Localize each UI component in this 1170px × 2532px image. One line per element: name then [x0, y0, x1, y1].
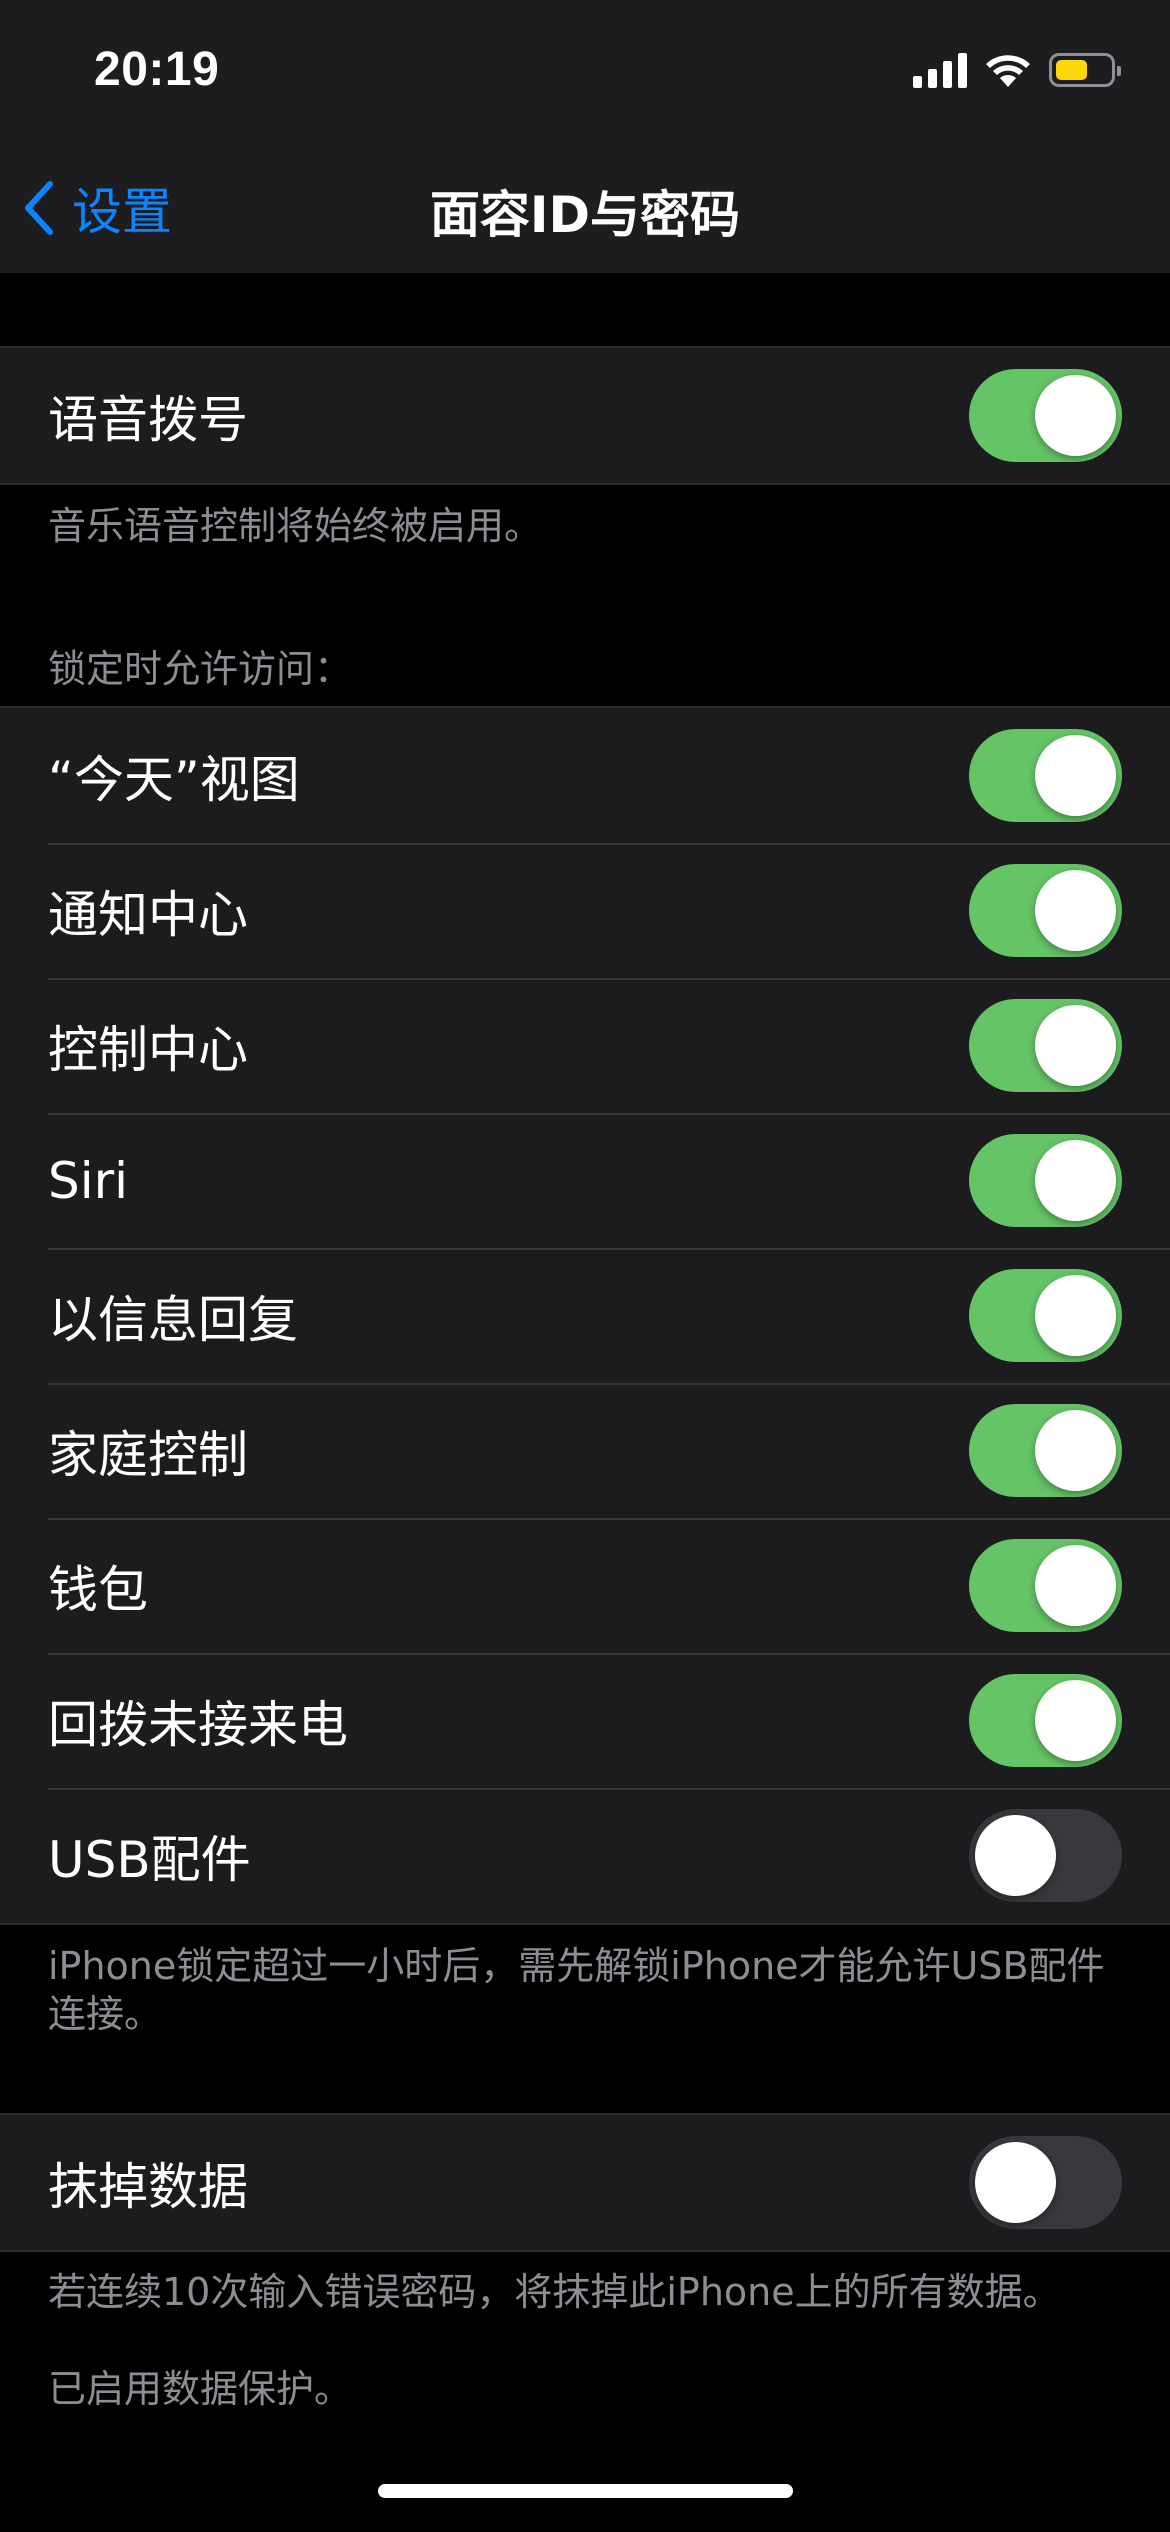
erase-data-footnote: 若连续10次输入错误密码，将抹掉此iPhone上的所有数据。 [48, 2270, 1061, 2314]
home-control-label: 家庭控制 [48, 1425, 248, 1484]
toggle-knob [1035, 1680, 1116, 1761]
siri-label: Siri [48, 1151, 129, 1210]
lock-access-row-reply-with-message: 以信息回复 [0, 1248, 1170, 1383]
toggle-knob [1035, 1410, 1116, 1491]
usb-accessories-toggle[interactable] [969, 1809, 1122, 1902]
toggle-knob [975, 2142, 1056, 2223]
usb-footnote: iPhone锁定超过一小时后，需先解锁iPhone才能允许USB配件连接。 [48, 1944, 1105, 2036]
cellular-signal-icon [913, 52, 967, 88]
lock-access-row-home-control: 家庭控制 [0, 1383, 1170, 1518]
erase-data-group: 抹掉数据 [0, 2113, 1170, 2252]
wallet-label: 钱包 [48, 1560, 148, 1619]
return-missed-calls-toggle[interactable] [969, 1674, 1122, 1767]
voice-dial-group: 语音拨号 [0, 346, 1170, 485]
control-center-toggle[interactable] [969, 999, 1122, 1092]
voice-dial-toggle[interactable] [969, 369, 1122, 462]
lock-access-row-control-center: 控制中心 [0, 978, 1170, 1113]
lock-access-header: 锁定时允许访问： [48, 647, 353, 691]
usb-accessories-label: USB配件 [48, 1830, 251, 1889]
toggle-knob [1035, 1275, 1116, 1356]
lock-access-row-siri: Siri [0, 1113, 1170, 1248]
status-time: 20:19 [94, 43, 220, 96]
lock-access-row-notification-center: 通知中心 [0, 843, 1170, 978]
voice-dial-row: 语音拨号 [0, 348, 1170, 483]
page-title: 面容ID与密码 [429, 186, 741, 244]
notification-center-toggle[interactable] [969, 864, 1122, 957]
lock-access-row-today-view: “今天”视图 [0, 708, 1170, 843]
toggle-knob [1035, 735, 1116, 816]
data-protection-footnote: 已启用数据保护。 [48, 2367, 353, 2411]
lock-access-row-return-missed-calls: 回拨未接来电 [0, 1653, 1170, 1788]
erase-data-label: 抹掉数据 [48, 2157, 248, 2216]
lock-access-row-usb-accessories: USB配件 [0, 1788, 1170, 1923]
notification-center-label: 通知中心 [48, 885, 248, 944]
toggle-knob [1035, 1140, 1116, 1221]
lock-access-row-wallet: 钱包 [0, 1518, 1170, 1653]
reply-with-message-toggle[interactable] [969, 1269, 1122, 1362]
voice-dial-footnote: 音乐语音控制将始终被启用。 [48, 504, 543, 548]
toggle-knob [1035, 375, 1116, 456]
toggle-knob [1035, 870, 1116, 951]
battery-nub [1117, 66, 1121, 76]
siri-toggle[interactable] [969, 1134, 1122, 1227]
today-view-label: “今天”视图 [48, 750, 300, 809]
wifi-icon [986, 55, 1030, 87]
toggle-knob [1035, 1005, 1116, 1086]
battery-fill [1056, 60, 1087, 80]
erase-data-toggle[interactable] [969, 2136, 1122, 2229]
wallet-toggle[interactable] [969, 1539, 1122, 1632]
battery-icon [1049, 53, 1121, 87]
home-indicator[interactable] [378, 2484, 793, 2498]
reply-with-message-label: 以信息回复 [48, 1290, 298, 1349]
toggle-knob [975, 1815, 1056, 1896]
lock-access-group: “今天”视图 通知中心 控制中心 Siri 以信息回复 家庭控制 钱包 回拨未接… [0, 706, 1170, 1925]
today-view-toggle[interactable] [969, 729, 1122, 822]
status-icons [913, 52, 1121, 88]
toggle-knob [1035, 1545, 1116, 1626]
control-center-label: 控制中心 [48, 1020, 248, 1079]
erase-data-row: 抹掉数据 [0, 2115, 1170, 2250]
home-control-toggle[interactable] [969, 1404, 1122, 1497]
voice-dial-label: 语音拨号 [48, 390, 248, 449]
navigation-header: 20:19 设置 面容ID与密码 [0, 0, 1170, 273]
return-missed-calls-label: 回拨未接来电 [48, 1695, 348, 1754]
